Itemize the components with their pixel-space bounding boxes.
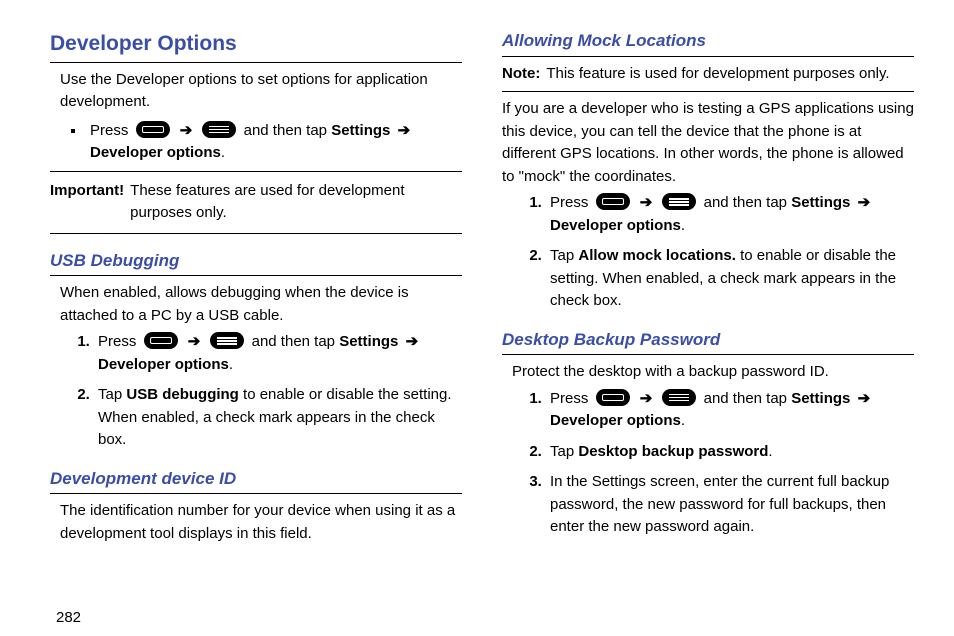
arrow-icon: ➔ [185,333,204,350]
bullet-list: Press ➔ and then tap Settings ➔ Develope… [86,120,462,165]
backup-intro: Protect the desktop with a backup passwo… [512,361,914,384]
usb-debugging-label: USB debugging [126,386,239,403]
arrow-icon: ➔ [395,122,414,139]
bullet-item: Press ➔ and then tap Settings ➔ Develope… [86,120,462,165]
step-item: Press ➔ and then tap Settings ➔ Develope… [546,192,914,237]
settings-label: Settings [339,333,398,350]
usb-steps: Press ➔ and then tap Settings ➔ Develope… [72,331,462,452]
left-column: Developer Options Use the Developer opti… [50,28,462,599]
tap-label: Tap [98,386,122,403]
note-text: This feature is used for development pur… [546,63,889,86]
section-title: Developer Options [50,28,462,60]
settings-label: Settings [791,390,850,407]
arrow-icon: ➔ [403,333,422,350]
devopts-label: Developer options [90,144,221,161]
step-item: Tap Allow mock locations. to enable or d… [546,245,914,313]
menu-key-icon [210,332,244,349]
menu-key-icon [662,389,696,406]
tail-text: and then tap [704,194,787,211]
settings-label: Settings [331,122,390,139]
important-label: Important! [50,180,124,225]
step-item: Tap USB debugging to enable or disable t… [94,384,462,452]
tail-text: and then tap [252,333,335,350]
subsection-title: Development device ID [50,466,462,492]
arrow-icon: ➔ [637,194,656,211]
step-item: Press ➔ and then tap Settings ➔ Develope… [546,388,914,433]
subsection-rule [50,493,462,494]
press-label: Press [550,390,588,407]
backup-steps: Press ➔ and then tap Settings ➔ Develope… [524,388,914,539]
subsection-rule [502,354,914,355]
press-label: Press [98,333,136,350]
arrow-icon: ➔ [177,122,196,139]
columns: Developer Options Use the Developer opti… [50,28,914,599]
devid-intro: The identification number for your devic… [60,500,462,545]
tail-text: and then tap [704,390,787,407]
arrow-icon: ➔ [637,390,656,407]
mock-paragraph: If you are a developer who is testing a … [502,98,914,188]
subsection-rule [50,275,462,276]
home-key-icon [136,121,170,138]
usb-intro: When enabled, allows debugging when the … [60,282,462,327]
arrow-icon: ➔ [855,390,874,407]
tap-label: Tap [550,443,574,460]
desktop-backup-label: Desktop backup password [578,443,768,460]
important-note: Important! These features are used for d… [50,180,462,225]
page-number: 282 [56,609,914,626]
subsection-title: USB Debugging [50,248,462,274]
subsection-title: Allowing Mock Locations [502,28,914,54]
home-key-icon [144,332,178,349]
subsection-rule [502,56,914,57]
devopts-label: Developer options [98,356,229,373]
divider [502,91,914,92]
press-label: Press [550,194,588,211]
section-rule [50,62,462,63]
menu-key-icon [202,121,236,138]
settings-label: Settings [791,194,850,211]
menu-key-icon [662,193,696,210]
divider [50,171,462,172]
note-row: Note: This feature is used for developme… [502,63,914,86]
mock-steps: Press ➔ and then tap Settings ➔ Develope… [524,192,914,313]
home-key-icon [596,389,630,406]
allow-mock-label: Allow mock locations. [578,247,736,264]
tail-text: and then tap [244,122,327,139]
arrow-icon: ➔ [855,194,874,211]
subsection-title: Desktop Backup Password [502,327,914,353]
step-item: Press ➔ and then tap Settings ➔ Develope… [94,331,462,376]
devopts-label: Developer options [550,412,681,429]
home-key-icon [596,193,630,210]
note-label: Note: [502,63,540,86]
step-item: In the Settings screen, enter the curren… [546,471,914,539]
intro-text: Use the Developer options to set options… [60,69,462,114]
step-item: Tap Desktop backup password. [546,441,914,464]
important-text: These features are used for development … [130,180,462,225]
manual-page: Developer Options Use the Developer opti… [0,0,954,636]
devopts-label: Developer options [550,217,681,234]
right-column: Allowing Mock Locations Note: This featu… [502,28,914,599]
divider [50,233,462,234]
step3-text: In the Settings screen, enter the curren… [550,473,889,535]
press-label: Press [90,122,128,139]
tap-label: Tap [550,247,574,264]
